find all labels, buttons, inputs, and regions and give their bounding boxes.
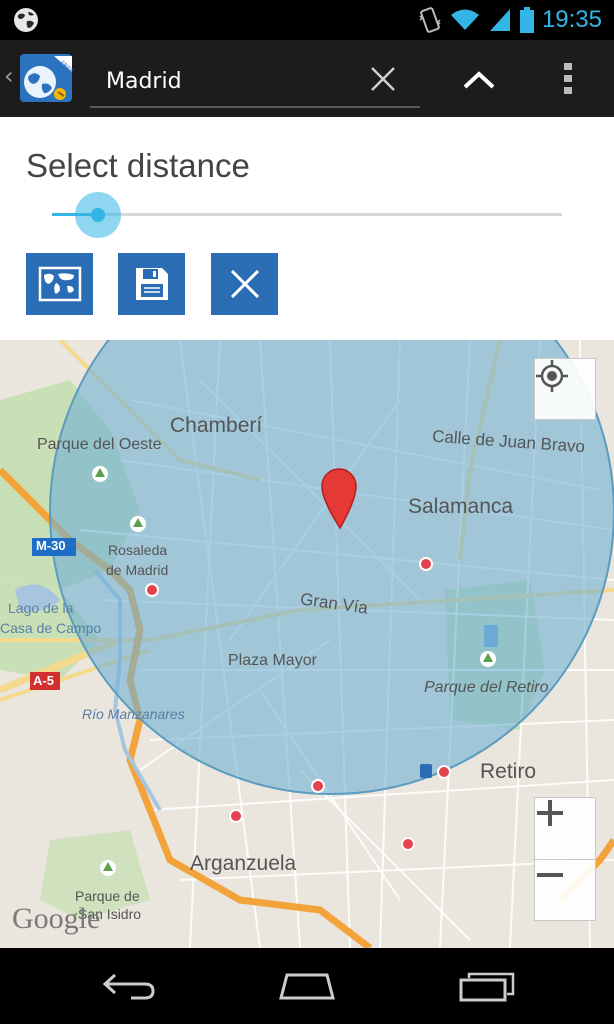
distance-slider[interactable] — [52, 192, 562, 238]
my-location-button[interactable] — [534, 358, 596, 420]
slider-thumb[interactable] — [90, 208, 105, 222]
wifi-icon — [450, 9, 479, 30]
park-marker — [130, 516, 146, 532]
search-input[interactable] — [104, 64, 358, 98]
save-button[interactable] — [118, 253, 185, 315]
park-marker — [100, 860, 116, 876]
map-label-lago-2: Casa de Campo — [0, 620, 102, 636]
clear-button[interactable] — [366, 62, 400, 96]
back-icon — [102, 973, 155, 1000]
map-label-lago-1: Lago de la — [8, 600, 74, 616]
world-map-icon — [38, 266, 81, 302]
overflow-menu-icon — [564, 63, 572, 94]
recent-apps-icon — [459, 972, 515, 1002]
map-label-plaza-mayor: Plaza Mayor — [228, 652, 317, 669]
close-icon — [230, 269, 259, 299]
park-marker — [480, 651, 496, 667]
nav-home-button[interactable] — [272, 964, 342, 1008]
save-icon — [135, 268, 168, 300]
vibrate-icon — [419, 7, 441, 33]
app-logo-icon[interactable]: FREE — [18, 52, 74, 104]
back-chevron-icon[interactable]: ‹ — [4, 62, 14, 90]
map-label-retiro: Retiro — [480, 760, 537, 783]
nav-back-button[interactable] — [94, 964, 164, 1008]
google-logo: Google — [12, 902, 101, 935]
close-button[interactable] — [211, 253, 278, 315]
zoom-in-icon — [537, 800, 563, 826]
status-bar: 19:35 — [0, 0, 614, 40]
map-label-rosaleda-1: Rosaleda — [108, 542, 168, 558]
map-label-a5: A-5 — [33, 673, 54, 688]
world-map-button[interactable] — [26, 253, 93, 315]
map-label-arganzuela: Arganzuela — [190, 852, 297, 875]
map-label-salamanca: Salamanca — [408, 495, 514, 518]
collapse-icon — [463, 71, 495, 89]
clock: 19:35 — [541, 6, 602, 33]
globe-icon — [14, 8, 38, 32]
action-bar: ‹ FREE — [0, 40, 614, 117]
nav-recent-apps-button[interactable] — [452, 964, 522, 1008]
collapse-button[interactable] — [455, 60, 503, 100]
status-icons: 19:35 — [418, 0, 602, 40]
map-label-parque-retiro: Parque del Retiro — [424, 679, 549, 696]
zoom-out-icon — [537, 873, 563, 877]
map-label-chamberi: Chamberí — [170, 414, 263, 437]
battery-icon — [519, 7, 534, 33]
distance-panel: Select distance — [0, 117, 614, 340]
map-label-rosaleda-2: de Madrid — [106, 562, 169, 578]
clear-icon — [371, 67, 395, 91]
home-icon — [279, 973, 335, 1000]
navigation-bar — [0, 948, 614, 1024]
overflow-menu-button[interactable] — [548, 54, 588, 104]
park-marker — [92, 466, 108, 482]
map-label-parque-oeste: Parque del Oeste — [37, 436, 162, 453]
panel-title: Select distance — [26, 147, 250, 184]
search-field[interactable] — [90, 58, 420, 108]
metro-icon — [420, 764, 432, 778]
map-label-rio-manzanares: Río Manzanares — [82, 706, 185, 722]
map-canvas — [0, 340, 614, 948]
signal-icon — [489, 9, 510, 31]
zoom-in-button[interactable] — [534, 797, 596, 861]
map-view[interactable]: Chamberí Parque del Oeste Calle de Juan … — [0, 340, 614, 948]
map-label-m30: M-30 — [36, 538, 66, 553]
my-location-icon — [536, 360, 568, 392]
zoom-out-button[interactable] — [534, 859, 596, 921]
